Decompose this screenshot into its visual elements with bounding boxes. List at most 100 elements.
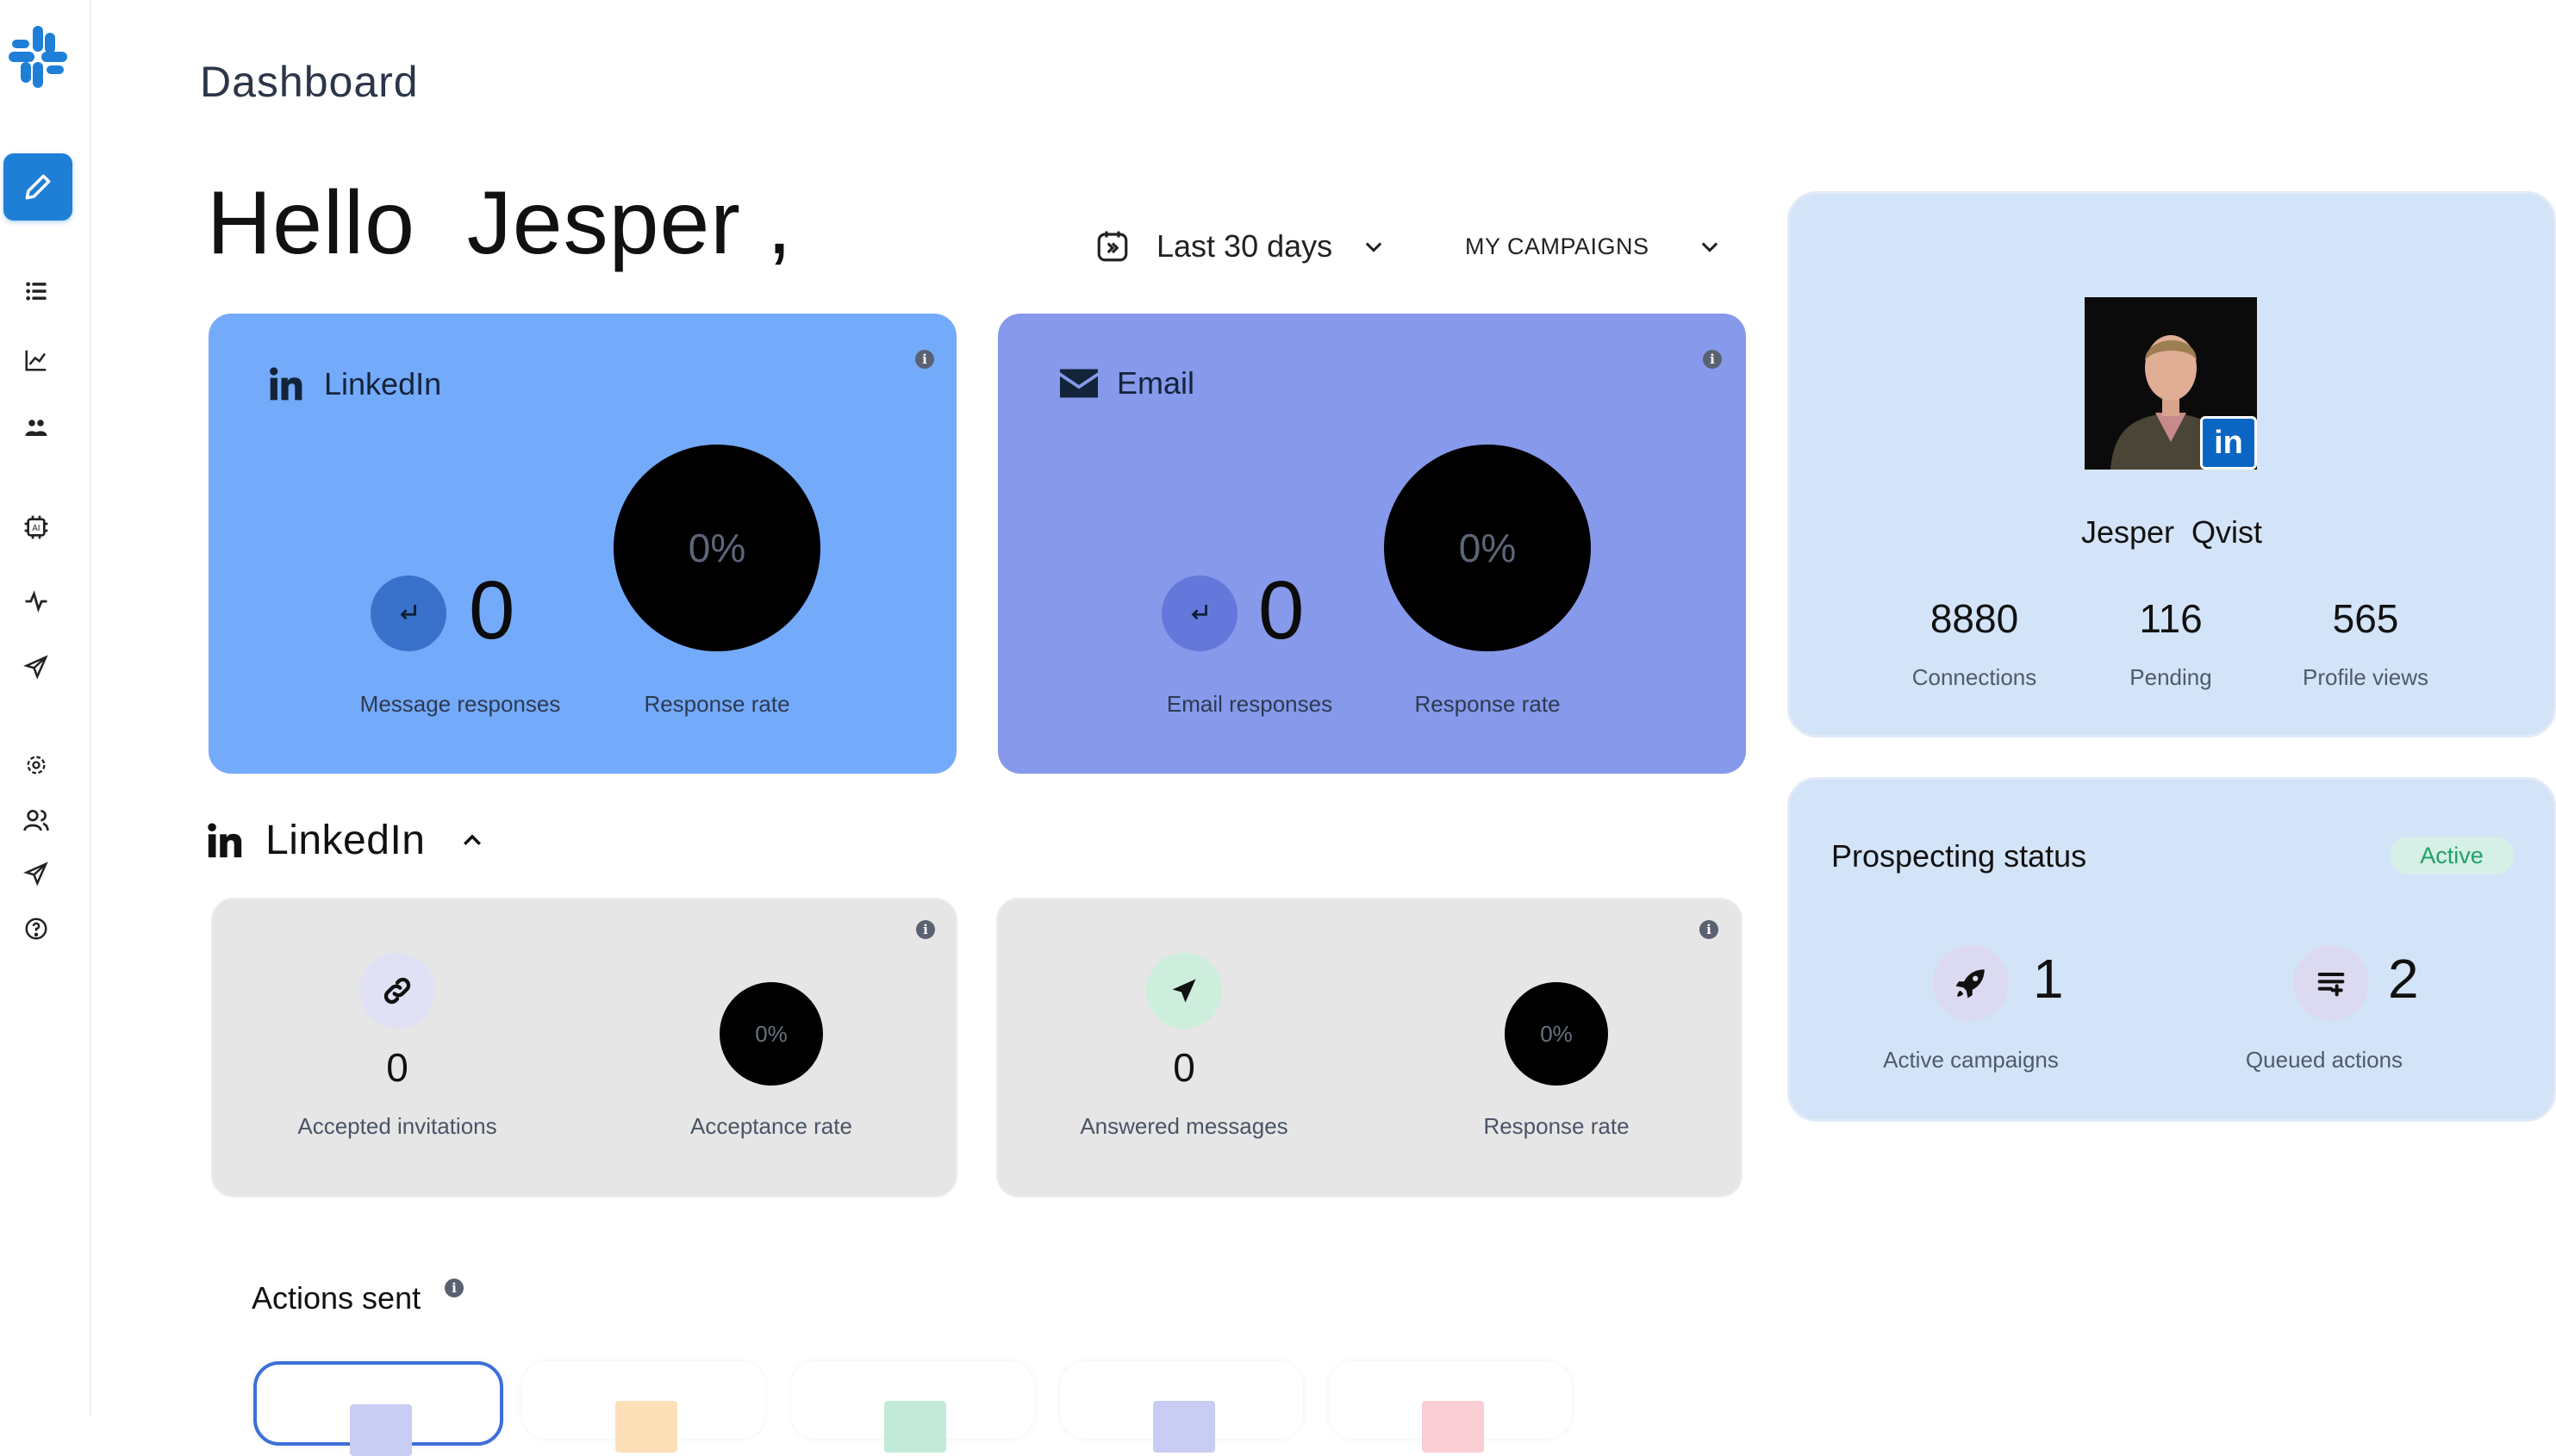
active-campaigns-value: 1 — [2033, 948, 2064, 1010]
pending-label: Pending — [2129, 664, 2212, 690]
svg-text:AI: AI — [32, 524, 40, 533]
response-rate-chart: 0% — [614, 445, 820, 651]
action-tab-bar — [884, 1401, 946, 1453]
action-tab-bar — [350, 1404, 412, 1456]
app-logo[interactable] — [7, 24, 69, 90]
pencil-icon — [25, 174, 51, 200]
chevron-up-icon — [464, 834, 482, 845]
rocket-icon — [1933, 945, 2009, 1021]
sidebar: AI — [0, 0, 91, 1416]
info-icon[interactable]: i — [1699, 920, 1718, 939]
response-rate-value: 0% — [1458, 526, 1517, 570]
profile-card: in Jesper Qvist 8880 Connections 116 Pen… — [1787, 191, 2556, 737]
list-icon[interactable] — [19, 274, 53, 308]
response-rate-label: Response rate — [1483, 1113, 1630, 1139]
messages-card: i 0 Answered messages 0% Response rate — [996, 898, 1742, 1198]
action-tab[interactable] — [791, 1361, 1034, 1453]
message-responses-value: 0 — [469, 564, 515, 656]
profile-views-value: 565 — [2332, 596, 2399, 641]
invitations-card: i 0 Accepted invitations 0% Acceptance r… — [211, 898, 957, 1198]
ai-chip-icon[interactable]: AI — [19, 510, 53, 544]
outreach-send-icon[interactable] — [19, 856, 53, 891]
profile-views-label: Profile views — [2303, 664, 2428, 690]
chevron-down-icon — [1365, 242, 1382, 252]
activity-icon[interactable] — [19, 584, 53, 619]
info-icon[interactable]: i — [916, 920, 935, 939]
team-icon[interactable] — [19, 410, 53, 445]
queued-actions-label: Queued actions — [2245, 1047, 2403, 1073]
profile-name: Jesper Qvist — [2080, 514, 2263, 550]
prospecting-status-card: Prospecting status Active 1 Active campa… — [1787, 777, 2556, 1122]
queued-actions-value: 2 — [2388, 948, 2419, 1010]
response-rate-label: Response rate — [644, 691, 790, 717]
active-campaigns-label: Active campaigns — [1883, 1047, 2059, 1073]
pending-value: 116 — [2139, 596, 2203, 641]
message-responses-label: Message responses — [359, 691, 561, 717]
send-icon[interactable] — [19, 650, 53, 684]
envelope-icon — [1060, 369, 1098, 398]
action-tab-bar — [615, 1401, 677, 1453]
info-icon[interactable]: i — [1703, 350, 1722, 369]
settings-icon[interactable] — [19, 748, 53, 782]
linkedin-badge: in — [2200, 416, 2257, 470]
section-title: LinkedIn — [265, 818, 426, 863]
connections-stat: 8880 Connections — [1862, 595, 2086, 691]
action-tab[interactable] — [522, 1361, 765, 1453]
email-responses-value: 0 — [1258, 564, 1305, 656]
answered-messages-label: Answered messages — [1080, 1113, 1288, 1139]
accepted-invitations-value: 0 — [386, 1045, 408, 1090]
linkedin-icon — [270, 367, 302, 401]
greeting: Hello Jesper , — [207, 173, 793, 273]
action-tab[interactable] — [1329, 1361, 1572, 1453]
users-icon[interactable] — [19, 803, 53, 837]
response-rate-value: 0% — [688, 526, 746, 570]
channel-name: LinkedIn — [324, 366, 442, 401]
response-rate-value: 0% — [1540, 1020, 1573, 1047]
reply-icon — [371, 576, 446, 651]
compose-button[interactable] — [3, 153, 72, 221]
connections-value: 8880 — [1929, 596, 2019, 641]
linkedin-section-toggle[interactable]: LinkedIn — [205, 817, 485, 864]
actions-sent-title: Actions sent — [252, 1280, 421, 1316]
channel-name: Email — [1117, 365, 1195, 401]
linkedin-icon — [208, 822, 242, 857]
link-icon — [359, 953, 435, 1029]
action-tab[interactable] — [253, 1361, 503, 1456]
reply-icon — [1162, 576, 1237, 651]
email-overview-card: Email i 0 Email responses 0% Response ra… — [998, 314, 1746, 774]
date-range-label: Last 30 days — [1156, 228, 1333, 264]
response-rate-chart: 0% — [1505, 982, 1608, 1086]
prospecting-status-title: Prospecting status — [1831, 838, 2087, 874]
card-header: LinkedIn — [267, 365, 441, 403]
response-rate-chart: 0% — [1384, 445, 1591, 651]
page-title: Dashboard — [200, 58, 419, 106]
analytics-icon[interactable] — [19, 343, 53, 377]
response-rate-label: Response rate — [1414, 691, 1561, 717]
action-tab-bar — [1422, 1401, 1484, 1453]
card-header: Email — [1060, 365, 1194, 401]
campaign-filter-label: MY CAMPAIGNS — [1465, 233, 1649, 259]
help-icon[interactable] — [19, 912, 53, 946]
info-icon[interactable]: i — [915, 350, 934, 369]
date-range-filter[interactable]: Last 30 days — [1094, 222, 1386, 271]
connections-label: Connections — [1911, 664, 2037, 690]
campaign-filter[interactable]: MY CAMPAIGNS — [1465, 222, 1722, 271]
info-icon[interactable]: i — [445, 1279, 464, 1297]
action-tab[interactable] — [1060, 1361, 1303, 1453]
profile-views-stat: 565 Profile views — [2254, 595, 2478, 691]
pending-stat: 116 Pending — [2059, 595, 2283, 691]
action-tab-bar — [1153, 1401, 1215, 1453]
accepted-invitations-label: Accepted invitations — [297, 1113, 497, 1139]
avatar[interactable]: in — [2085, 297, 2257, 470]
calendar-icon — [1097, 231, 1128, 262]
queue-icon — [2293, 945, 2369, 1021]
acceptance-rate-label: Acceptance rate — [690, 1113, 852, 1139]
send-icon — [1146, 953, 1222, 1029]
chevron-down-icon — [1701, 242, 1718, 252]
acceptance-rate-chart: 0% — [720, 982, 823, 1086]
acceptance-rate-value: 0% — [755, 1020, 788, 1047]
linkedin-overview-card: LinkedIn i 0 Message responses 0% Respon… — [209, 314, 957, 774]
answered-messages-value: 0 — [1173, 1045, 1195, 1090]
status-badge: Active — [2390, 837, 2514, 874]
email-responses-label: Email responses — [1166, 691, 1333, 717]
